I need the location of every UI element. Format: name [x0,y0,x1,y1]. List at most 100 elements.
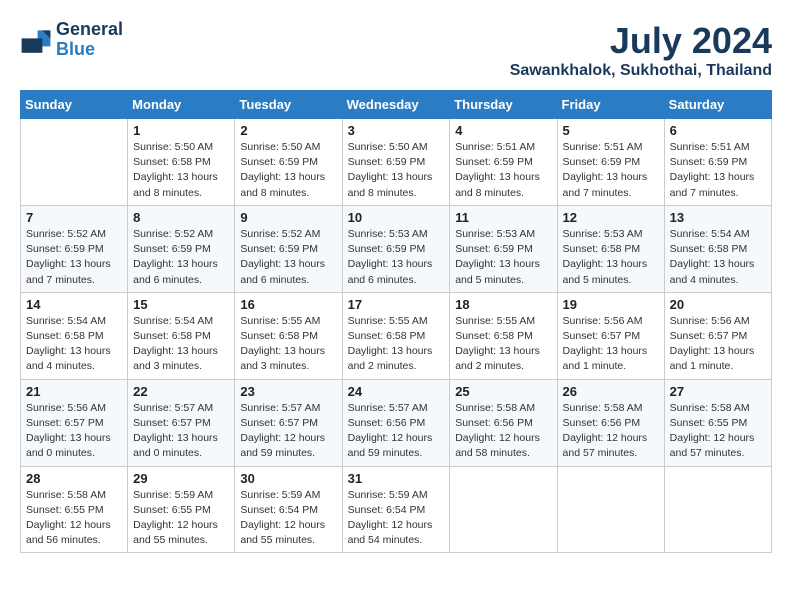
day-number: 24 [348,384,445,399]
day-number: 25 [455,384,551,399]
calendar-cell [664,466,771,553]
weekday-header-saturday: Saturday [664,91,771,119]
day-info: Sunrise: 5:54 AMSunset: 6:58 PMDaylight:… [670,227,766,288]
day-number: 27 [670,384,766,399]
calendar-cell [557,466,664,553]
weekday-header-row: SundayMondayTuesdayWednesdayThursdayFrid… [21,91,772,119]
day-info: Sunrise: 5:56 AMSunset: 6:57 PMDaylight:… [26,401,122,462]
day-number: 10 [348,210,445,225]
calendar-table: SundayMondayTuesdayWednesdayThursdayFrid… [20,90,772,553]
day-number: 14 [26,297,122,312]
calendar-cell: 10Sunrise: 5:53 AMSunset: 6:59 PMDayligh… [342,205,450,292]
day-info: Sunrise: 5:58 AMSunset: 6:55 PMDaylight:… [670,401,766,462]
calendar-cell: 5 Sunrise: 5:51 AMSunset: 6:59 PMDaylight… [557,119,664,206]
week-row-4: 21 Sunrise: 5:56 AMSunset: 6:57 PMDayligh… [21,379,772,466]
day-number: 6 [670,123,766,138]
calendar-cell: 27 Sunrise: 5:58 AMSunset: 6:55 PMDayligh… [664,379,771,466]
day-number: 18 [455,297,551,312]
day-number: 31 [348,471,445,486]
calendar-cell: 15 Sunrise: 5:54 AMSunset: 6:58 PMDayligh… [128,292,235,379]
calendar-cell: 18 Sunrise: 5:55 AMSunset: 6:58 PMDayligh… [450,292,557,379]
weekday-header-sunday: Sunday [21,91,128,119]
calendar-cell: 11Sunrise: 5:53 AMSunset: 6:59 PMDayligh… [450,205,557,292]
day-info: Sunrise: 5:50 AMSunset: 6:58 PMDaylight:… [133,140,229,201]
logo: General Blue [20,20,123,60]
week-row-2: 7 Sunrise: 5:52 AMSunset: 6:59 PMDaylight… [21,205,772,292]
day-info: Sunrise: 5:59 AMSunset: 6:55 PMDaylight:… [133,488,229,549]
day-info: Sunrise: 5:51 AMSunset: 6:59 PMDaylight:… [455,140,551,201]
calendar-cell: 1 Sunrise: 5:50 AMSunset: 6:58 PMDaylight… [128,119,235,206]
day-number: 4 [455,123,551,138]
calendar-cell: 26 Sunrise: 5:58 AMSunset: 6:56 PMDayligh… [557,379,664,466]
calendar-cell: 14Sunrise: 5:54 AMSunset: 6:58 PMDayligh… [21,292,128,379]
day-info: Sunrise: 5:59 AMSunset: 6:54 PMDaylight:… [240,488,336,549]
day-info: Sunrise: 5:55 AMSunset: 6:58 PMDaylight:… [240,314,336,375]
weekday-header-thursday: Thursday [450,91,557,119]
day-number: 9 [240,210,336,225]
week-row-5: 28Sunrise: 5:58 AMSunset: 6:55 PMDayligh… [21,466,772,553]
weekday-header-wednesday: Wednesday [342,91,450,119]
calendar-cell: 17 Sunrise: 5:55 AMSunset: 6:58 PMDayligh… [342,292,450,379]
day-number: 3 [348,123,445,138]
calendar-cell [450,466,557,553]
day-info: Sunrise: 5:57 AMSunset: 6:57 PMDaylight:… [240,401,336,462]
day-number: 13 [670,210,766,225]
calendar-cell: 28Sunrise: 5:58 AMSunset: 6:55 PMDayligh… [21,466,128,553]
day-info: Sunrise: 5:51 AMSunset: 6:59 PMDaylight:… [563,140,659,201]
day-number: 8 [133,210,229,225]
logo-line2: Blue [56,40,123,60]
logo-line1: General [56,20,123,40]
calendar-cell: 13 Sunrise: 5:54 AMSunset: 6:58 PMDayligh… [664,205,771,292]
day-info: Sunrise: 5:55 AMSunset: 6:58 PMDaylight:… [348,314,445,375]
month-title: July 2024 [510,20,772,62]
calendar-cell: 2Sunrise: 5:50 AMSunset: 6:59 PMDaylight… [235,119,342,206]
day-number: 17 [348,297,445,312]
day-number: 5 [563,123,659,138]
location-title: Sawankhalok, Sukhothai, Thailand [510,62,772,80]
day-number: 26 [563,384,659,399]
day-info: Sunrise: 5:55 AMSunset: 6:58 PMDaylight:… [455,314,551,375]
day-info: Sunrise: 5:58 AMSunset: 6:55 PMDaylight:… [26,488,122,549]
day-number: 15 [133,297,229,312]
day-number: 30 [240,471,336,486]
calendar-cell: 29 Sunrise: 5:59 AMSunset: 6:55 PMDayligh… [128,466,235,553]
day-number: 20 [670,297,766,312]
day-info: Sunrise: 5:52 AMSunset: 6:59 PMDaylight:… [240,227,336,288]
day-number: 29 [133,471,229,486]
day-info: Sunrise: 5:50 AMSunset: 6:59 PMDaylight:… [348,140,445,201]
week-row-3: 14 Sunrise: 5:54 AMSunset: 6:58 PMDayligh… [21,292,772,379]
day-info: Sunrise: 5:51 AMSunset: 6:59 PMDaylight:… [670,140,766,201]
day-info: Sunrise: 5:59 AMSunset: 6:54 PMDaylight:… [348,488,445,549]
weekday-header-tuesday: Tuesday [235,91,342,119]
weekday-header-friday: Friday [557,91,664,119]
day-info: Sunrise: 5:52 AMSunset: 6:59 PMDaylight:… [133,227,229,288]
day-number: 19 [563,297,659,312]
calendar-cell: 22Sunrise: 5:57 AMSunset: 6:57 PMDayligh… [128,379,235,466]
day-number: 23 [240,384,336,399]
calendar-cell: 25 Sunrise: 5:58 AMSunset: 6:56 PMDayligh… [450,379,557,466]
calendar-cell: 21 Sunrise: 5:56 AMSunset: 6:57 PMDayligh… [21,379,128,466]
day-number: 21 [26,384,122,399]
day-info: Sunrise: 5:58 AMSunset: 6:56 PMDaylight:… [563,401,659,462]
calendar-cell: 6 Sunrise: 5:51 AMSunset: 6:59 PMDaylight… [664,119,771,206]
calendar-cell: 8 Sunrise: 5:52 AMSunset: 6:59 PMDaylight… [128,205,235,292]
page-header: General Blue July 2024 Sawankhalok, Sukh… [20,20,772,80]
day-info: Sunrise: 5:54 AMSunset: 6:58 PMDaylight:… [133,314,229,375]
day-info: Sunrise: 5:56 AMSunset: 6:57 PMDaylight:… [563,314,659,375]
day-info: Sunrise: 5:58 AMSunset: 6:56 PMDaylight:… [455,401,551,462]
day-number: 7 [26,210,122,225]
day-number: 1 [133,123,229,138]
calendar-cell: 4 Sunrise: 5:51 AMSunset: 6:59 PMDaylight… [450,119,557,206]
calendar-cell: 23 Sunrise: 5:57 AMSunset: 6:57 PMDayligh… [235,379,342,466]
day-info: Sunrise: 5:53 AMSunset: 6:58 PMDaylight:… [563,227,659,288]
calendar-cell: 7Sunrise: 5:52 AMSunset: 6:59 PMDaylight… [21,205,128,292]
calendar-cell: 12 Sunrise: 5:53 AMSunset: 6:58 PMDayligh… [557,205,664,292]
day-number: 11 [455,210,551,225]
calendar-cell: 16 Sunrise: 5:55 AMSunset: 6:58 PMDayligh… [235,292,342,379]
day-info: Sunrise: 5:50 AMSunset: 6:59 PMDaylight:… [240,140,336,201]
day-number: 16 [240,297,336,312]
calendar-cell: 3 Sunrise: 5:50 AMSunset: 6:59 PMDaylight… [342,119,450,206]
title-area: July 2024 Sawankhalok, Sukhothai, Thaila… [510,20,772,80]
calendar-cell: 24Sunrise: 5:57 AMSunset: 6:56 PMDayligh… [342,379,450,466]
day-number: 12 [563,210,659,225]
